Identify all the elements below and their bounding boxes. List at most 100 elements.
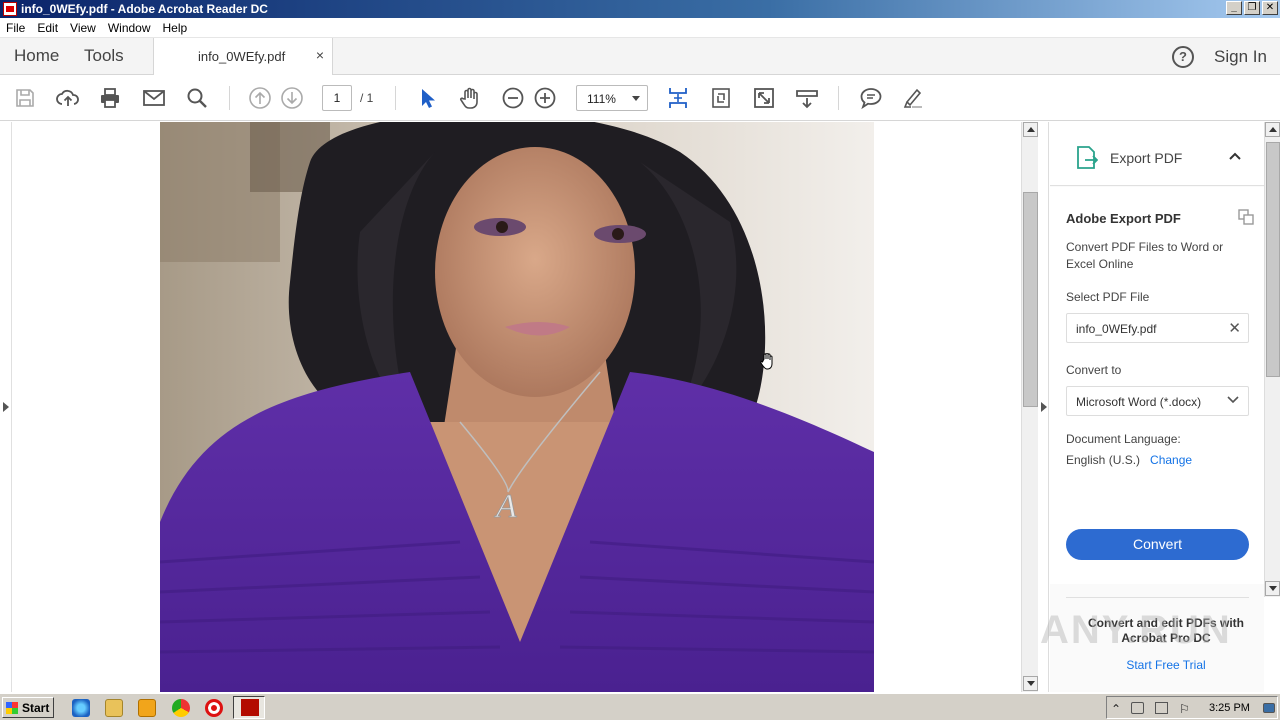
- pane-divider: [1066, 597, 1249, 598]
- menu-help[interactable]: Help: [157, 21, 194, 35]
- expand-left-pane-icon[interactable]: [3, 402, 9, 412]
- convert-to-label: Convert to: [1066, 363, 1122, 377]
- restore-button[interactable]: ❐: [1244, 1, 1260, 15]
- change-language-link[interactable]: Change: [1150, 453, 1192, 467]
- pane-scrollbar[interactable]: [1264, 122, 1280, 597]
- search-icon[interactable]: [184, 85, 210, 111]
- zoom-out-icon[interactable]: [500, 85, 526, 111]
- menu-edit[interactable]: Edit: [31, 21, 64, 35]
- pane-scrollbar-thumb[interactable]: [1266, 142, 1280, 377]
- flag-icon[interactable]: ⚐: [1179, 702, 1192, 716]
- watermark-logo: ANY.RUN: [1040, 608, 1232, 652]
- chevron-down-icon: [1227, 393, 1239, 407]
- export-pdf-icon: [1076, 146, 1099, 173]
- chevron-down-icon: [632, 96, 640, 101]
- media-player-icon[interactable]: [138, 699, 156, 717]
- zoom-in-icon[interactable]: [532, 85, 558, 111]
- clear-file-icon[interactable]: ✕: [1228, 319, 1241, 337]
- chevron-up-icon[interactable]: [1228, 148, 1242, 164]
- next-page-icon[interactable]: [279, 85, 305, 111]
- tray-arrow-icon[interactable]: ⌃: [1111, 702, 1124, 716]
- full-screen-icon[interactable]: [751, 85, 777, 111]
- comment-icon[interactable]: [858, 85, 884, 111]
- scroll-down-button[interactable]: [1023, 676, 1038, 691]
- chrome-icon[interactable]: [172, 699, 190, 717]
- toolbar: 1 / 1 111%: [0, 75, 1280, 121]
- acrobat-app-icon: [3, 2, 17, 16]
- menu-file[interactable]: File: [0, 21, 31, 35]
- folder-icon[interactable]: [105, 699, 123, 717]
- minimize-button[interactable]: _: [1226, 1, 1242, 15]
- volume-icon[interactable]: [1155, 702, 1168, 714]
- system-tray: ⌃ ⚐ 3:25 PM: [1106, 696, 1278, 719]
- export-pdf-header-title: Export PDF: [1110, 150, 1183, 166]
- zoom-select[interactable]: 111%: [576, 85, 648, 111]
- scroll-up-button[interactable]: [1023, 122, 1038, 137]
- prev-page-icon[interactable]: [247, 85, 273, 111]
- scrollbar-thumb[interactable]: [1023, 192, 1038, 407]
- window-title: info_0WEfy.pdf - Adobe Acrobat Reader DC: [21, 2, 268, 16]
- pane-scroll-up-button[interactable]: [1265, 122, 1280, 137]
- read-mode-icon[interactable]: [794, 85, 820, 111]
- menu-window[interactable]: Window: [102, 21, 157, 35]
- highlight-icon[interactable]: [900, 85, 926, 111]
- selected-file-field[interactable]: info_0WEfy.pdf ✕: [1066, 313, 1249, 343]
- network-icon[interactable]: [1131, 702, 1144, 714]
- acrobat-icon: [241, 699, 259, 716]
- page-total: / 1: [360, 91, 374, 105]
- email-icon[interactable]: [141, 85, 167, 111]
- zoom-value: 111%: [587, 92, 616, 106]
- convert-button[interactable]: Convert: [1066, 529, 1249, 560]
- window-title-bar: info_0WEfy.pdf - Adobe Acrobat Reader DC…: [0, 0, 1280, 18]
- tab-document[interactable]: info_0WEfy.pdf ×: [153, 38, 333, 75]
- selected-file-name: info_0WEfy.pdf: [1076, 322, 1157, 336]
- language-row: English (U.S.) Change: [1066, 453, 1192, 467]
- toolbar-divider: [395, 86, 396, 110]
- menu-view[interactable]: View: [64, 21, 102, 35]
- document-image: A: [160, 122, 874, 692]
- toolbar-divider: [229, 86, 230, 110]
- sign-in-link[interactable]: Sign In: [1214, 47, 1267, 67]
- page-number-input[interactable]: 1: [322, 85, 352, 111]
- rotate-icon[interactable]: [708, 85, 734, 111]
- menu-bar: File Edit View Window Help: [0, 18, 1280, 38]
- help-icon[interactable]: ?: [1172, 46, 1194, 68]
- left-pane-edge: [11, 122, 12, 692]
- acrobat-taskbar-button[interactable]: [233, 696, 265, 719]
- toolbar-divider: [838, 86, 839, 110]
- opera-icon[interactable]: [205, 699, 223, 717]
- upload-icon[interactable]: [55, 85, 81, 111]
- fit-page-icon[interactable]: [665, 85, 691, 111]
- language-label: Document Language:: [1066, 432, 1181, 446]
- right-pane-collapse[interactable]: [1038, 122, 1049, 692]
- save-icon[interactable]: [12, 85, 38, 111]
- start-free-trial-link[interactable]: Start Free Trial: [1066, 658, 1266, 672]
- language-value: English (U.S.): [1066, 453, 1141, 467]
- close-window-button[interactable]: ✕: [1262, 1, 1278, 15]
- close-tab-icon[interactable]: ×: [316, 47, 324, 63]
- export-pdf-header[interactable]: Export PDF: [1050, 122, 1264, 186]
- start-button[interactable]: Start: [2, 697, 54, 718]
- export-title: Adobe Export PDF: [1066, 211, 1181, 226]
- convert-to-select[interactable]: Microsoft Word (*.docx): [1066, 386, 1249, 416]
- export-pdf-pane: Export PDF Adobe Export PDF Convert PDF …: [1050, 122, 1264, 692]
- copy-icon[interactable]: [1238, 209, 1254, 228]
- collapse-right-pane-icon: [1041, 402, 1047, 412]
- clock: 3:25 PM: [1209, 702, 1250, 714]
- taskbar: Start ⌃ ⚐ 3:25 PM: [0, 693, 1280, 720]
- tab-home[interactable]: Home: [14, 38, 59, 74]
- show-desktop-icon[interactable]: [1263, 703, 1275, 713]
- convert-to-value: Microsoft Word (*.docx): [1076, 395, 1202, 409]
- export-pdf-body: Adobe Export PDF Convert PDF Files to Wo…: [1050, 187, 1264, 584]
- internet-explorer-icon[interactable]: [72, 699, 90, 717]
- select-pdf-file-link[interactable]: Select PDF File: [1066, 290, 1149, 304]
- tab-tools[interactable]: Tools: [84, 38, 124, 74]
- pane-scroll-down-button[interactable]: [1265, 581, 1280, 596]
- print-icon[interactable]: [97, 85, 123, 111]
- mouse-cursor-icon: [760, 352, 776, 374]
- hand-icon[interactable]: [457, 85, 483, 111]
- select-cursor-icon[interactable]: [414, 85, 440, 111]
- document-scrollbar[interactable]: [1021, 122, 1038, 692]
- start-label: Start: [22, 701, 50, 715]
- svg-text:A: A: [494, 488, 517, 525]
